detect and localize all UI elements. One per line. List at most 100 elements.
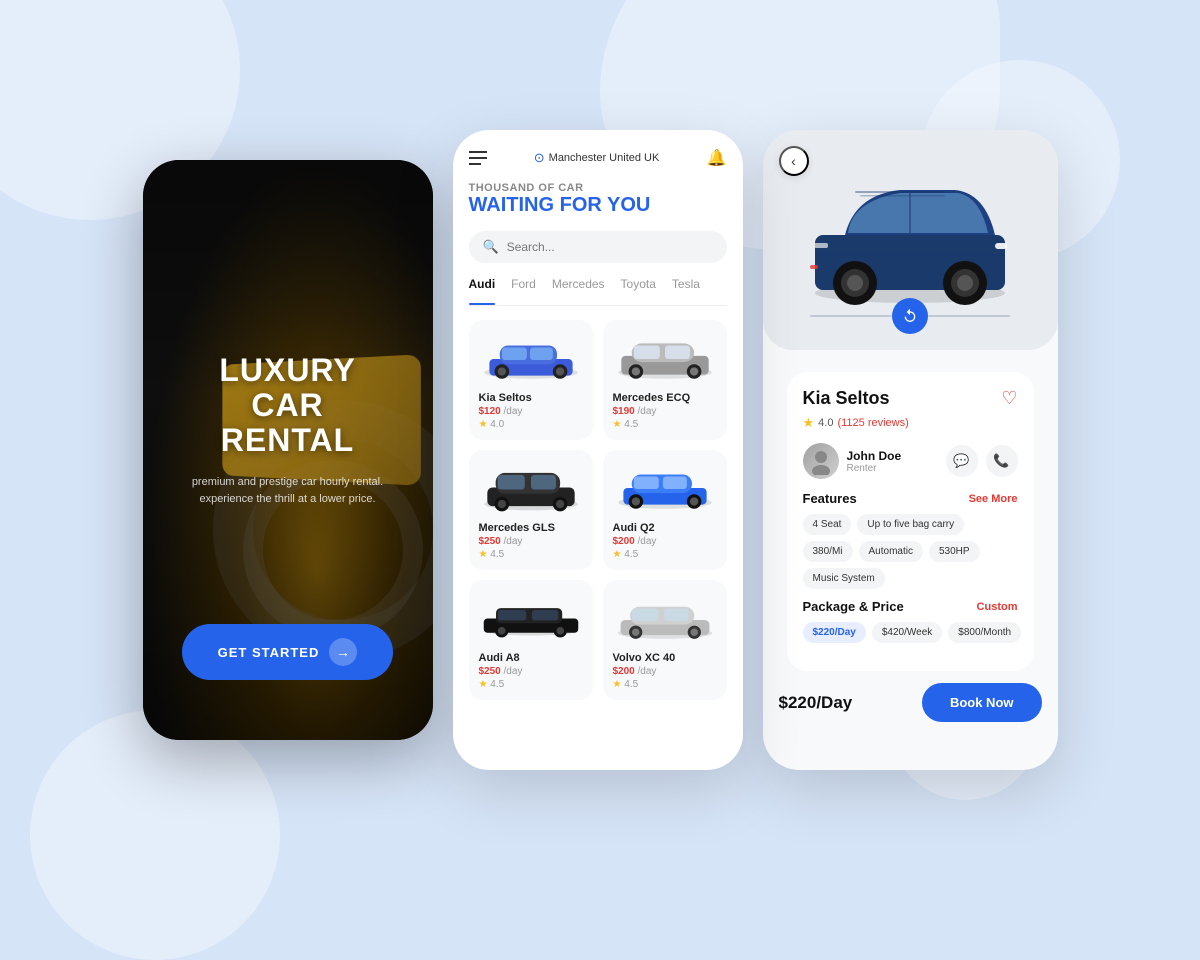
car-card-audi-a8[interactable]: Audi A8 $250 /day ★ 4.5 (469, 580, 593, 700)
feature-baggage: Up to five bag carry (857, 514, 964, 535)
tab-mercedes[interactable]: Mercedes (552, 277, 605, 297)
screen1-phone: LUXURY CAR RENTAL premium and prestige c… (143, 160, 433, 740)
car-image-mercedes-gls (479, 460, 583, 518)
heading-main: WAITING FOR YOU (469, 194, 727, 217)
rotate-360-indicator (810, 298, 1010, 334)
location-text: Manchester United UK (549, 152, 660, 164)
car-name-audi-q2: Audi Q2 (613, 522, 717, 534)
price-month[interactable]: $800/Month (948, 622, 1021, 643)
hamburger-menu[interactable] (469, 151, 487, 165)
feature-tags: 4 Seat Up to five bag carry 380/Mi Autom… (803, 514, 1018, 589)
hamburger-line-1 (469, 151, 487, 153)
car-price-volvo-xc40: $200 /day (613, 666, 717, 677)
car-main-image (800, 165, 1020, 315)
hamburger-line-3 (469, 163, 481, 165)
feature-music: Music System (803, 568, 885, 589)
car-image-audi-a8 (479, 590, 583, 648)
package-label: Package & Price (803, 599, 904, 614)
rotate-360-button[interactable] (892, 298, 928, 334)
get-started-button[interactable]: GET STARTED → (182, 624, 394, 680)
book-section: $220/Day Book Now (775, 683, 1046, 722)
screen1-subtitle: premium and prestige car hourly rental.e… (192, 474, 383, 507)
notification-bell-icon[interactable]: 🔔 (707, 148, 727, 168)
location-display: ⊙ Manchester United UK (534, 150, 660, 166)
rotate-line-left (810, 315, 892, 317)
renter-info: John Doe Renter (803, 443, 902, 479)
car-card-volvo-xc40[interactable]: Volvo XC 40 $200 /day ★ 4.5 (603, 580, 727, 700)
car-rating-mercedes-ecq: ★ 4.5 (613, 419, 717, 430)
screen1-title: LUXURY CAR RENTAL (219, 353, 355, 459)
book-now-button[interactable]: Book Now (922, 683, 1042, 722)
screen2-phone: ⊙ Manchester United UK 🔔 THOUSAND OF CAR… (453, 130, 743, 770)
screens-container: LUXURY CAR RENTAL premium and prestige c… (0, 0, 1200, 900)
car-image-audi-q2 (613, 460, 717, 518)
car-rating-audi-q2: ★ 4.5 (613, 549, 717, 560)
screen1-content: LUXURY CAR RENTAL premium and prestige c… (143, 160, 433, 740)
feature-horsepower: 530HP (929, 541, 980, 562)
car-card-audi-q2[interactable]: Audi Q2 $200 /day ★ 4.5 (603, 450, 727, 570)
renter-avatar (803, 443, 839, 479)
search-bar[interactable]: 🔍 (469, 231, 727, 263)
price-week[interactable]: $420/Week (872, 622, 942, 643)
features-section: Features See More 4 Seat Up to five bag … (803, 491, 1018, 589)
review-count: (1125 reviews) (837, 417, 908, 429)
tab-ford[interactable]: Ford (511, 277, 536, 297)
hamburger-line-2 (469, 157, 487, 159)
total-price-display: $220/Day (779, 693, 853, 713)
tab-tesla[interactable]: Tesla (672, 277, 700, 297)
screen2-heading: THOUSAND OF CAR WAITING FOR YOU (469, 182, 727, 217)
car-image-volvo-xc40 (613, 590, 717, 648)
car-name-audi-a8: Audi A8 (479, 652, 583, 664)
car-price-mercedes-ecq: $190 /day (613, 406, 717, 417)
renter-row: John Doe Renter 💬 📞 (803, 443, 1018, 479)
renter-name: John Doe (847, 449, 902, 463)
renter-details: John Doe Renter (847, 449, 902, 474)
renter-actions: 💬 📞 (946, 445, 1018, 477)
see-more-button[interactable]: See More (969, 493, 1018, 505)
car-card-mercedes-gls[interactable]: Mercedes GLS $250 /day ★ 4.5 (469, 450, 593, 570)
car-name-kia-seltos: Kia Seltos (479, 392, 583, 404)
package-header: Package & Price Custom (803, 599, 1018, 614)
price-tags: $220/Day $420/Week $800/Month (803, 622, 1018, 643)
car-price-audi-q2: $200 /day (613, 536, 717, 547)
price-day[interactable]: $220/Day (803, 622, 866, 643)
car-price-kia-seltos: $120 /day (479, 406, 583, 417)
car-rating-mercedes-gls: ★ 4.5 (479, 549, 583, 560)
car-card-kia-seltos[interactable]: Kia Seltos $120 /day ★ 4.0 (469, 320, 593, 440)
heading-sub: THOUSAND OF CAR (469, 182, 727, 194)
rotate-line-right (928, 315, 1010, 317)
arrow-icon: → (329, 638, 357, 666)
search-icon: 🔍 (483, 239, 499, 255)
car-rating-audi-a8: ★ 4.5 (479, 679, 583, 690)
screen3-detail-wrapper: Kia Seltos ♡ ★ 4.0 (1125 reviews) (763, 350, 1058, 732)
renter-role: Renter (847, 463, 902, 474)
feature-4seat: 4 Seat (803, 514, 852, 535)
car-image-mercedes-ecq (613, 330, 717, 388)
car-rating-volvo-xc40: ★ 4.5 (613, 679, 717, 690)
tab-audi[interactable]: Audi (469, 277, 496, 297)
screen3-phone: ‹ (763, 130, 1058, 770)
screen2-header: ⊙ Manchester United UK 🔔 (469, 148, 727, 168)
search-input[interactable] (507, 240, 713, 254)
feature-automatic: Automatic (859, 541, 923, 562)
car-detail-rating: ★ 4.0 (1125 reviews) (803, 415, 1018, 431)
star-icon: ★ (803, 415, 815, 431)
rating-value: 4.0 (818, 417, 833, 429)
car-name-volvo-xc40: Volvo XC 40 (613, 652, 717, 664)
car-image-section: ‹ (763, 130, 1058, 350)
car-price-audi-a8: $250 /day (479, 666, 583, 677)
features-header: Features See More (803, 491, 1018, 506)
car-name-mercedes-gls: Mercedes GLS (479, 522, 583, 534)
call-button[interactable]: 📞 (986, 445, 1018, 477)
message-button[interactable]: 💬 (946, 445, 978, 477)
package-section: Package & Price Custom $220/Day $420/Wee… (803, 599, 1018, 643)
favorite-button[interactable]: ♡ (1001, 388, 1017, 409)
screen3-content-card: Kia Seltos ♡ ★ 4.0 (1125 reviews) (787, 372, 1034, 671)
feature-mileage: 380/Mi (803, 541, 853, 562)
car-card-mercedes-ecq[interactable]: Mercedes ECQ $190 /day ★ 4.5 (603, 320, 727, 440)
car-detail-name: Kia Seltos (803, 388, 890, 409)
car-price-mercedes-gls: $250 /day (479, 536, 583, 547)
car-grid: Kia Seltos $120 /day ★ 4.0 (469, 320, 727, 700)
tab-toyota[interactable]: Toyota (621, 277, 656, 297)
custom-button[interactable]: Custom (977, 601, 1018, 613)
